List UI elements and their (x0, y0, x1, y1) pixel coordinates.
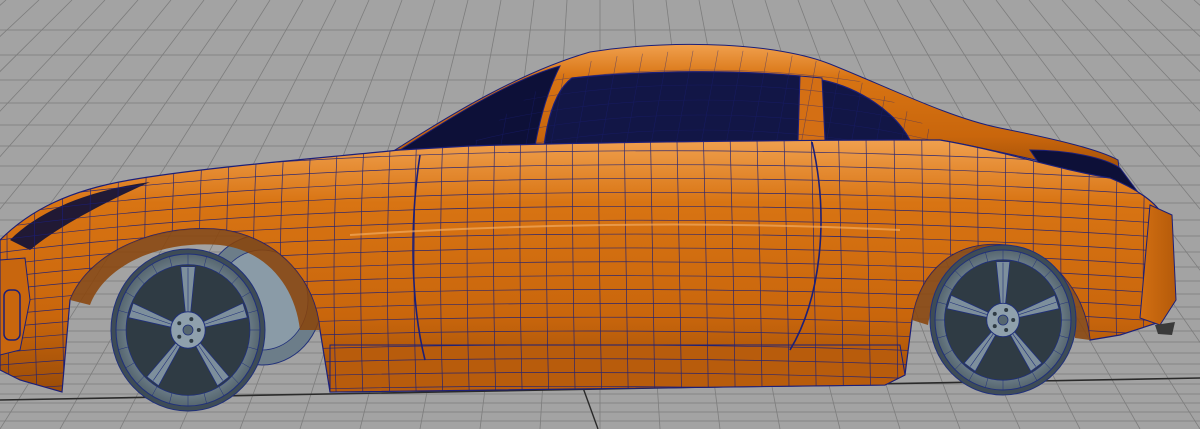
viewport-canvas[interactable] (0, 0, 1200, 429)
front-wheel (110, 248, 266, 412)
rear-wheel (929, 244, 1077, 396)
3d-viewport[interactable] (0, 0, 1200, 429)
windshield (398, 65, 561, 151)
